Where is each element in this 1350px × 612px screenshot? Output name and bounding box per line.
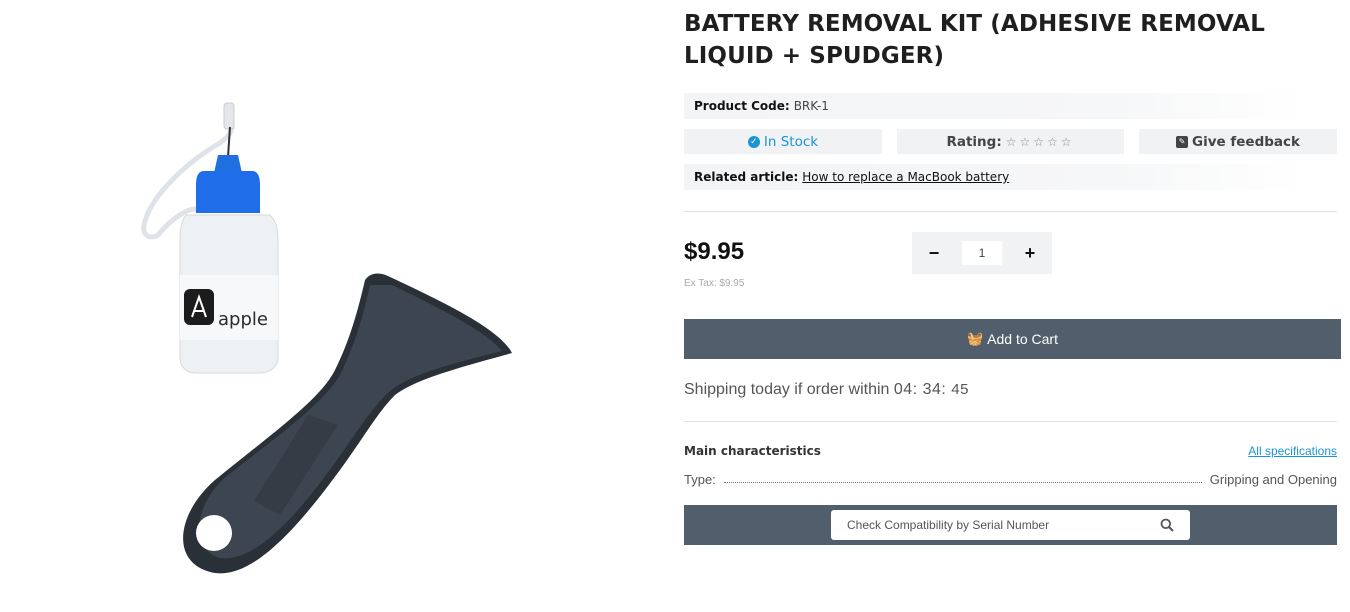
edit-icon: ✎ [1176, 135, 1189, 148]
decrease-quantity-button[interactable]: − [926, 243, 942, 264]
characteristic-row: Type: Gripping and Opening [684, 472, 1337, 487]
quantity-stepper: − + [912, 232, 1052, 274]
rating-label: Rating: [946, 133, 1002, 150]
serial-number-placeholder: Check Compatibility by Serial Number [847, 518, 1050, 532]
serial-number-search-field[interactable]: Check Compatibility by Serial Number [831, 510, 1190, 540]
product-title: BATTERY REMOVAL KIT (ADHESIVE REMOVAL LI… [684, 11, 1265, 69]
bottle-label: apple [218, 309, 268, 330]
stock-status-label: In Stock [763, 133, 819, 150]
check-circle-icon: ✓ [747, 135, 760, 148]
product-code-row: Product Code: BRK-1 [684, 93, 1304, 119]
countdown-minutes: 34 [922, 381, 942, 398]
stock-status-badge: ✓ In Stock [684, 129, 882, 154]
add-to-cart-button[interactable]: 🧺 Add to Cart [684, 319, 1341, 359]
shipping-text: Shipping today if order within [684, 381, 890, 398]
related-article-link[interactable]: How to replace a MacBook battery [802, 170, 1009, 184]
related-article-row: Related article: How to replace a MacBoo… [684, 164, 1304, 190]
price-block: $9.95 Ex Tax: $9.95 − + [684, 212, 1344, 302]
quantity-input[interactable] [962, 241, 1002, 265]
give-feedback-button[interactable]: ✎ Give feedback [1139, 129, 1337, 154]
countdown-timer: 04: 34: 45 [893, 381, 969, 398]
search-icon[interactable] [1160, 518, 1174, 532]
characteristic-label: Type: [684, 472, 716, 487]
divider [684, 421, 1337, 422]
countdown-seconds: 45 [951, 381, 969, 398]
characteristics-header: Main characteristics All specifications [684, 444, 1337, 458]
price: $9.95 [684, 238, 745, 265]
compatibility-bar: Check Compatibility by Serial Number [684, 505, 1337, 545]
characteristics-heading: Main characteristics [684, 444, 821, 458]
ex-tax-price: Ex Tax: $9.95 [684, 278, 745, 289]
dotted-leader [723, 482, 1202, 483]
shipping-countdown: Shipping today if order within 04: 34: 4… [684, 381, 1344, 421]
product-info: BATTERY REMOVAL KIT (ADHESIVE REMOVAL LI… [684, 0, 1344, 545]
countdown-hours: 04 [893, 381, 913, 398]
related-article-label: Related article: [694, 170, 799, 184]
give-feedback-label: Give feedback [1192, 133, 1300, 150]
product-code-value: BRK-1 [793, 99, 829, 113]
all-specifications-link[interactable]: All specifications [1248, 444, 1337, 458]
product-code-label: Product Code: [694, 99, 790, 113]
rating-stars[interactable]: ☆☆☆☆☆ [1006, 135, 1075, 149]
rating-box: Rating: ☆☆☆☆☆ [897, 129, 1124, 154]
product-image: apple [120, 95, 540, 585]
basket-icon: 🧺 [966, 331, 984, 346]
adhesive-bottle-image: apple [141, 102, 279, 374]
increase-quantity-button[interactable]: + [1022, 243, 1038, 264]
status-row: ✓ In Stock Rating: ☆☆☆☆☆ ✎ Give feedback [684, 129, 1344, 154]
add-to-cart-label: Add to Cart [987, 331, 1058, 347]
characteristic-value: Gripping and Opening [1209, 472, 1337, 487]
